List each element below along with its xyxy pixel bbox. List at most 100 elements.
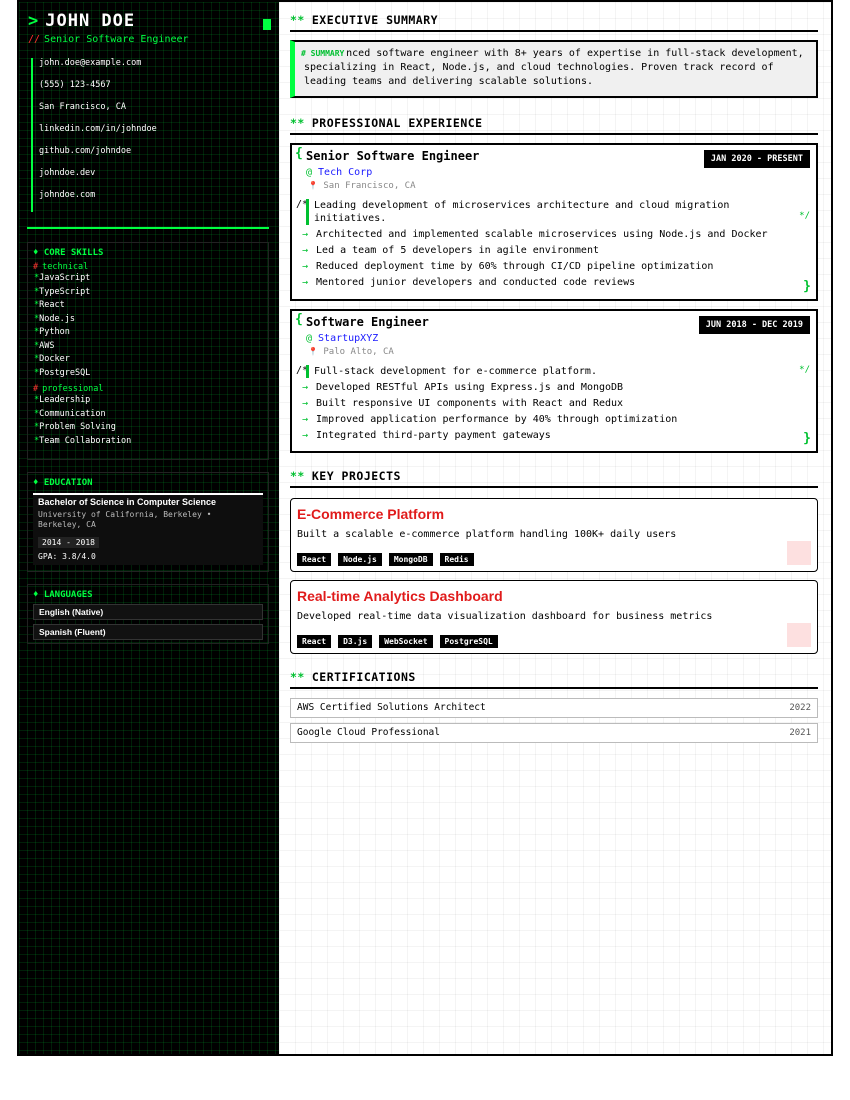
tech-tag: React xyxy=(297,635,332,648)
brace-close: } xyxy=(803,431,811,446)
skills-category-technical: # technical xyxy=(28,262,268,272)
arrow-icon: → xyxy=(302,245,309,256)
tech-tag: PostgreSQL xyxy=(439,635,498,648)
project-title[interactable]: E-Commerce Platform xyxy=(297,506,444,522)
certification-name: Google Cloud Professional xyxy=(297,727,440,738)
skills-title: ♦ CORE SKILLS xyxy=(33,248,104,258)
section-title-projects: ** KEY PROJECTS xyxy=(290,469,818,488)
skill-label: Docker xyxy=(39,354,70,364)
arrow-icon: → xyxy=(302,414,309,425)
summary-tag: # SUMMARY xyxy=(301,47,347,61)
bullet-text: Developed RESTful APIs using Express.js … xyxy=(316,382,624,393)
project-tags: React D3.js WebSocket PostgreSQL xyxy=(297,629,505,648)
experience-item: { Senior Software Engineer JAN 2020 - PR… xyxy=(290,143,818,301)
cursor-block-icon xyxy=(263,19,271,30)
skill-item: *Communication xyxy=(28,408,268,422)
job-bullet: → Mentored junior developers and conducte… xyxy=(302,275,635,291)
pin-icon: 📍 xyxy=(308,347,318,356)
main-content: ** EXECUTIVE SUMMARY Experienced software… xyxy=(279,2,831,1054)
arrow-icon: → xyxy=(302,430,309,441)
comment-close: */ xyxy=(799,365,810,375)
section-marker: ** xyxy=(290,13,305,27)
certification-name: AWS Certified Solutions Architect xyxy=(297,702,486,713)
contact-website[interactable]: johndoe.dev xyxy=(31,168,157,190)
job-dates: JAN 2020 - PRESENT xyxy=(703,150,810,168)
comment-close: */ xyxy=(799,211,810,221)
sidebar: > JOHN DOE //Senior Software Engineer joh… xyxy=(19,2,279,1054)
skill-label: Team Collaboration xyxy=(39,435,132,446)
company-name[interactable]: Tech Corp xyxy=(318,167,372,178)
skills-category-professional: # professional xyxy=(28,384,268,394)
contact-email[interactable]: john.doe@example.com xyxy=(31,58,157,80)
skill-item: *Docker xyxy=(28,353,268,367)
tech-tag: WebSocket xyxy=(379,635,433,648)
education-entry: Bachelor of Science in Computer Science … xyxy=(33,493,263,565)
prompt-symbol: > xyxy=(28,11,40,31)
name-text: JOHN DOE xyxy=(45,11,136,31)
education-title: ♦ EDUCATION xyxy=(33,478,93,488)
summary-box: Experienced software engineer with 8+ ye… xyxy=(290,40,818,98)
job-bullet: → Reduced deployment time by 60% through … xyxy=(302,259,713,275)
job-bullet: → Led a team of 5 developers in agile env… xyxy=(302,243,599,259)
skill-item: *Team Collaboration xyxy=(28,435,268,449)
profile-name: > JOHN DOE xyxy=(28,11,135,31)
job-description: Full-stack development for e-commerce pl… xyxy=(306,365,804,378)
contact-website-2[interactable]: johndoe.com xyxy=(31,190,157,212)
skill-label: Python xyxy=(39,327,70,337)
skill-item: *Problem Solving xyxy=(28,421,268,435)
section-marker: ** xyxy=(290,116,305,130)
contact-list: john.doe@example.com (555) 123-4567 San … xyxy=(31,58,157,212)
project-description: Developed real-time data visualization d… xyxy=(297,611,713,622)
job-location: 📍 San Francisco, CA xyxy=(308,181,416,191)
education-school: University of California, Berkeley • Ber… xyxy=(38,510,212,529)
job-title: Software Engineer xyxy=(306,315,429,329)
section-title-text: CERTIFICATIONS xyxy=(311,670,416,684)
language-item: Spanish (Fluent) xyxy=(33,624,263,640)
hash-symbol: # xyxy=(33,262,39,272)
section-title-text: EXECUTIVE SUMMARY xyxy=(311,13,439,27)
tech-tag: Redis xyxy=(439,553,474,566)
bullet-text: Led a team of 5 developers in agile envi… xyxy=(316,245,599,256)
professional-skill-list: *Leadership *Communication *Problem Solvin… xyxy=(28,394,268,448)
arrow-icon: → xyxy=(302,277,309,288)
project-title[interactable]: Real-time Analytics Dashboard xyxy=(297,588,503,604)
skill-item: *Python xyxy=(28,326,268,340)
technical-skill-list: *JavaScript *TypeScript *React *Node.js *Pyt… xyxy=(28,272,268,380)
skill-label: Node.js xyxy=(39,313,75,324)
education-years: 2014 - 2018 xyxy=(38,537,99,548)
skill-label: AWS xyxy=(39,340,55,351)
tech-tag: Node.js xyxy=(338,553,382,566)
section-marker: ** xyxy=(290,670,305,684)
at-symbol: @ xyxy=(306,333,313,344)
section-title-summary: ** EXECUTIVE SUMMARY xyxy=(290,13,818,32)
contact-github[interactable]: github.com/johndoe xyxy=(31,146,157,168)
contact-phone[interactable]: (555) 123-4567 xyxy=(31,80,157,102)
job-company[interactable]: @ StartupXYZ xyxy=(306,333,378,344)
contact-linkedin[interactable]: linkedin.com/in/johndoe xyxy=(31,124,157,146)
skill-label: Communication xyxy=(39,408,106,419)
tech-tag: MongoDB xyxy=(388,553,433,566)
category-label: technical xyxy=(42,262,89,272)
tech-tag: React xyxy=(297,553,332,566)
project-accent-square xyxy=(787,541,811,565)
job-description: Leading development of microservices arc… xyxy=(306,199,804,225)
job-company[interactable]: @ Tech Corp xyxy=(306,167,372,178)
profile-role: //Senior Software Engineer xyxy=(28,34,189,45)
skill-item: *Leadership xyxy=(28,394,268,408)
company-name[interactable]: StartupXYZ xyxy=(318,333,378,344)
skill-label: Leadership xyxy=(39,395,91,405)
bullet-text: Architected and implemented scalable mic… xyxy=(316,229,768,240)
arrow-icon: → xyxy=(302,229,309,240)
pin-icon: 📍 xyxy=(308,181,318,190)
arrow-icon: → xyxy=(302,382,309,393)
job-bullet: → Improved application performance by 40%… xyxy=(302,412,677,428)
skill-label: JavaScript xyxy=(39,273,91,283)
certification-year: 2022 xyxy=(789,703,811,713)
bullet-text: Built responsive UI components with Reac… xyxy=(316,398,624,409)
education-degree: Bachelor of Science in Computer Science xyxy=(38,497,217,507)
section-title-experience: ** PROFESSIONAL EXPERIENCE xyxy=(290,116,818,135)
job-bullet: → Integrated third-party payment gateways xyxy=(302,428,551,444)
resume-page: > JOHN DOE //Senior Software Engineer joh… xyxy=(17,0,833,1056)
sidebar-divider xyxy=(27,227,269,229)
brace-open: { xyxy=(295,312,303,327)
